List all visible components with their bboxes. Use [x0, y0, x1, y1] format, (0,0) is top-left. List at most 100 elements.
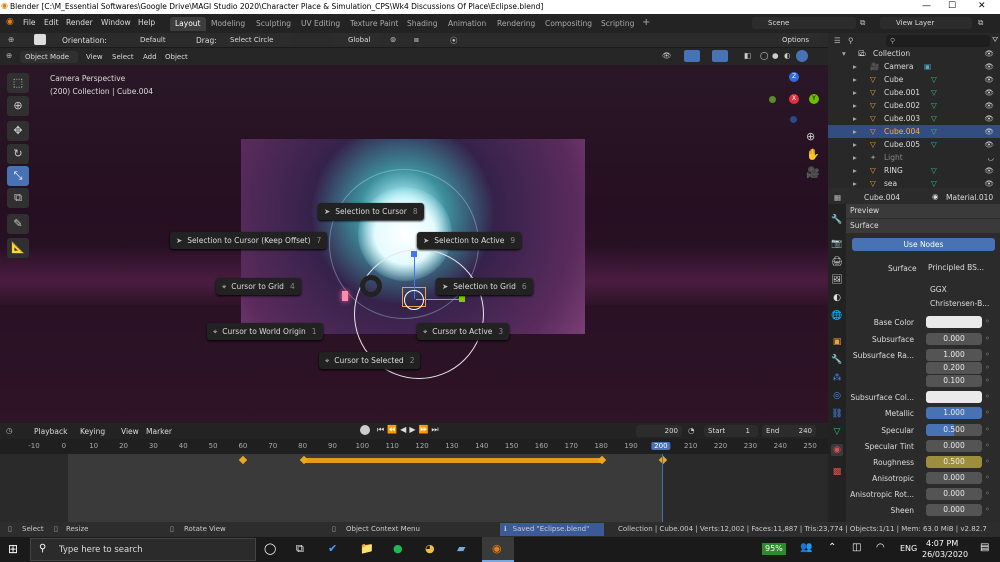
keyframe-dot-icon[interactable]: ◦ [985, 376, 990, 385]
view-layer-selector[interactable]: View Layer [880, 17, 972, 29]
expand-chevron-icon[interactable]: ▸ [853, 73, 857, 86]
cursor-tool-icon[interactable]: ⊕ [7, 96, 29, 116]
outliner-row-cube[interactable]: ▸ ▽ Cube ▽ 👁 [828, 73, 1000, 86]
material-tab-icon[interactable]: ◉ [831, 444, 843, 456]
pie-cursor-to-grid[interactable]: ⌖ Cursor to Grid 4 [216, 278, 301, 295]
property-field[interactable] [926, 391, 982, 403]
taskbar-search-box[interactable]: ⚲ Type here to search [30, 538, 256, 561]
keyframe-dot-icon[interactable]: ◦ [985, 441, 990, 450]
blender-menu-icon[interactable]: ◉ [6, 17, 14, 27]
viewport-editor-icon[interactable]: ⊕ [6, 51, 12, 60]
camera-data-icon[interactable]: ▣ [924, 60, 931, 73]
tab-scripting[interactable]: Scripting [596, 17, 639, 31]
zoom-icon[interactable]: ⊕ [806, 130, 815, 143]
close-button[interactable]: ✕ [978, 1, 986, 11]
playhead-line[interactable] [662, 454, 663, 522]
z-axis-handle-tip[interactable] [411, 251, 417, 257]
keyframe-dot-icon[interactable]: ◦ [985, 317, 990, 326]
mesh-data-icon[interactable]: ▽ [931, 73, 937, 86]
menu-window[interactable]: Window [101, 18, 131, 27]
view-layer-copy-icon[interactable]: ⧉ [978, 18, 983, 28]
start-frame-field[interactable]: Start 1 [704, 425, 758, 437]
distribution-dropdown[interactable]: GGX [926, 284, 996, 296]
tray-chevron-icon[interactable]: ⌃ [828, 542, 836, 553]
use-nodes-button[interactable]: Use Nodes [852, 238, 995, 251]
keyframe-dot-icon[interactable]: ◦ [985, 363, 990, 372]
people-icon[interactable]: 👥 [800, 542, 812, 553]
outliner-row-collection[interactable]: ▾ ▭ Collection ☑ 👁 [828, 47, 1000, 60]
tab-texture-paint[interactable]: Texture Paint [345, 17, 403, 31]
gizmo-x-axis[interactable]: X [789, 94, 799, 104]
filter-mode-icon[interactable]: ⚲ [848, 36, 854, 45]
cortana-icon[interactable]: ◯ [264, 542, 276, 555]
property-field[interactable]: 0.000 [926, 472, 982, 484]
expand-chevron-icon[interactable]: ▸ [853, 151, 857, 164]
task-view-icon[interactable]: ⧉ [296, 542, 304, 556]
preview-panel-header[interactable]: Preview [846, 204, 1000, 218]
filter-icon[interactable]: ⛛ [992, 35, 998, 45]
timeline-editor-icon[interactable]: ◷ [6, 426, 13, 435]
spotify-icon[interactable]: ● [393, 542, 403, 555]
properties-editor-icon[interactable]: ▦ [834, 193, 841, 202]
eye-icon[interactable]: 👁 [984, 60, 994, 73]
keyframe-dot-icon[interactable]: ◦ [985, 457, 990, 466]
hidden-eye-icon[interactable]: ◡ [987, 151, 994, 164]
modifier-tab-icon[interactable]: 🔧 [831, 354, 843, 366]
eye-icon[interactable]: 👁 [984, 73, 994, 86]
expand-chevron-icon[interactable]: ▸ [853, 86, 857, 99]
expand-chevron-icon[interactable]: ▸ [853, 138, 857, 151]
drag-dropdown[interactable]: Select Circle [226, 34, 292, 46]
transform-orientation-dropdown[interactable]: Global [332, 34, 382, 46]
menu-view[interactable]: View [81, 51, 108, 63]
texture-tab-icon[interactable]: ▩ [831, 466, 843, 478]
property-field[interactable]: 0.000 [926, 504, 982, 516]
app-icon[interactable]: ▰ [457, 542, 465, 555]
pie-cursor-to-selected[interactable]: ⌖ Cursor to Selected 2 [319, 352, 421, 369]
gizmo-neg-y-axis[interactable] [769, 96, 776, 103]
gizmo-toggle-icon[interactable] [684, 50, 700, 62]
tab-layout[interactable]: Layout [170, 17, 206, 31]
current-frame-field[interactable]: 200 [636, 425, 682, 437]
world-tab-icon[interactable]: 🌐 [831, 310, 843, 322]
mesh-data-icon[interactable]: ▽ [931, 164, 937, 177]
property-field[interactable]: 0.200 [926, 362, 982, 374]
select-tool-icon[interactable]: ⬚ [7, 73, 29, 93]
active-tool-icon[interactable] [34, 34, 46, 45]
tab-shading[interactable]: Shading [402, 17, 442, 31]
menu-add[interactable]: Add [138, 51, 162, 63]
rendered-shading-icon[interactable] [796, 50, 808, 62]
eye-icon[interactable]: 👁 [984, 164, 994, 177]
data-tab-icon[interactable]: ▽ [831, 426, 843, 438]
outliner-row-camera[interactable]: ▸ 🎥 Camera ▣ 👁 [828, 60, 1000, 73]
property-field[interactable]: 1.000 [926, 407, 982, 419]
gizmo-y-axis[interactable]: Y [809, 94, 819, 104]
file-explorer-icon[interactable]: 📁 [360, 542, 374, 555]
timeline-ruler[interactable]: -10 0 10 20 30 40 50 60 70 80 90 100 110 120 130 140 150… [0, 439, 828, 454]
view-layer-tab-icon[interactable]: 🖼 [831, 274, 843, 286]
blender-taskbar-icon[interactable]: ◉ [482, 537, 514, 562]
expand-chevron-icon[interactable]: ▾ [842, 47, 846, 60]
property-field[interactable]: 0.500 [926, 456, 982, 468]
windows-start-icon[interactable]: ⊞ [8, 542, 18, 556]
tool-tab-icon[interactable]: 🔧 [831, 214, 843, 226]
eye-icon[interactable]: 👁 [984, 125, 994, 138]
y-axis-handle-tip[interactable] [459, 296, 465, 302]
mesh-data-icon[interactable]: ▽ [931, 99, 937, 112]
outliner-row-cube-003[interactable]: ▸ ▽ Cube.003 ▽ 👁 [828, 112, 1000, 125]
menu-playback[interactable]: Playback [34, 427, 67, 436]
scale-tool-icon[interactable]: ⤡ [7, 166, 29, 186]
tab-modeling[interactable]: Modeling [206, 17, 250, 31]
network-icon[interactable]: ◫ [852, 542, 861, 553]
outliner-row-cube-002[interactable]: ▸ ▽ Cube.002 ▽ 👁 [828, 99, 1000, 112]
eye-icon[interactable]: 👁 [984, 138, 994, 151]
expand-chevron-icon[interactable]: ▸ [853, 125, 857, 138]
visibility-icon[interactable]: 👁 [662, 51, 672, 60]
clock-time[interactable]: 4:07 PM [926, 539, 958, 548]
pan-hand-icon[interactable]: ✋ [806, 148, 820, 161]
pie-cursor-to-active[interactable]: ⌖ Cursor to Active 3 [417, 323, 510, 340]
pie-cursor-to-world-origin[interactable]: ⌖ Cursor to World Origin 1 [207, 323, 323, 340]
outliner-row-ring[interactable]: ▸ ▽ RING ▽ 👁 [828, 164, 1000, 177]
property-field[interactable]: 0.000 [926, 440, 982, 452]
keyframe-dot-icon[interactable]: ◦ [985, 473, 990, 482]
scene-copy-icon[interactable]: ⧉ [860, 18, 865, 28]
